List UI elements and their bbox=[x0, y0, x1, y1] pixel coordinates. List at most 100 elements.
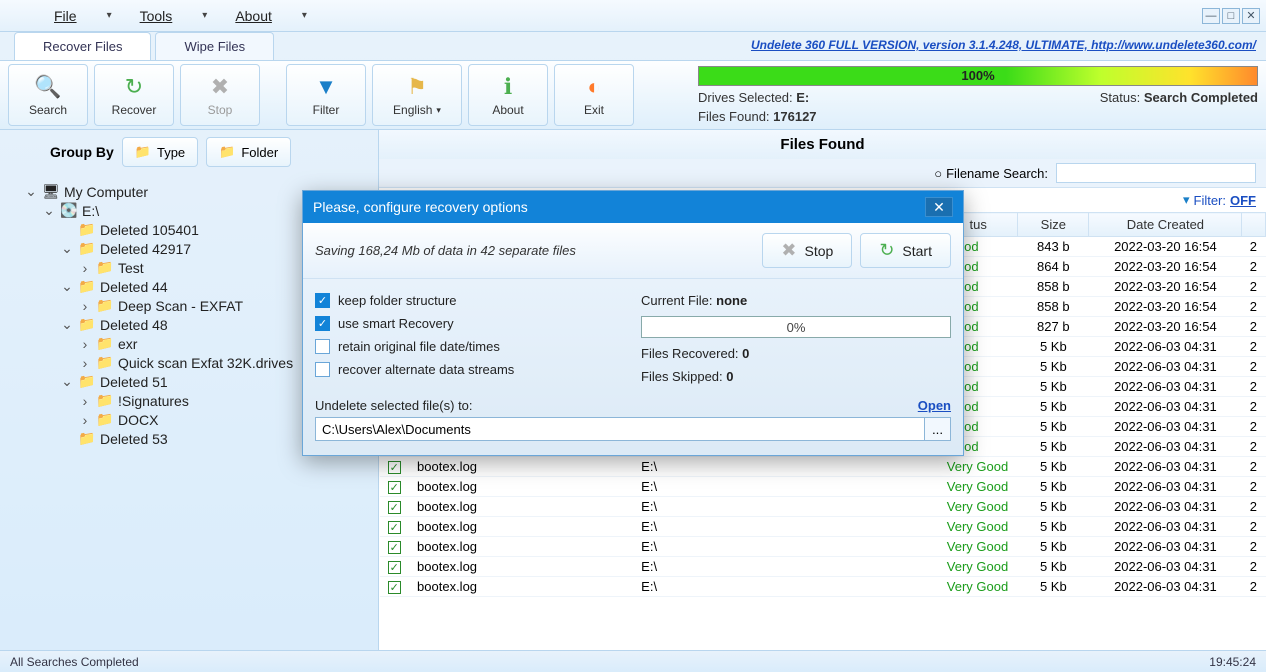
funnel-icon: ▼ bbox=[312, 73, 340, 101]
checkbox-icon bbox=[315, 362, 330, 377]
app-window: File▾ Tools▾ About▾ — □ ✕ Undelete 360 F… bbox=[0, 0, 1266, 672]
group-by-label: Group By bbox=[50, 144, 114, 160]
language-button[interactable]: ⚑ English ▾ bbox=[372, 64, 462, 126]
folder-icon: 📁 bbox=[96, 259, 114, 276]
opt-retain-dates[interactable]: retain original file date/times bbox=[315, 339, 625, 354]
flag-icon: ⚑ bbox=[403, 73, 431, 101]
menu-tools[interactable]: Tools▾ bbox=[126, 4, 222, 28]
about-button[interactable]: ℹ About bbox=[468, 64, 548, 126]
chevron-down-icon: ▾ bbox=[436, 105, 441, 116]
row-checkbox[interactable]: ✓ bbox=[388, 541, 401, 554]
row-checkbox[interactable]: ✓ bbox=[388, 581, 401, 594]
dialog-titlebar[interactable]: Please, configure recovery options ✕ bbox=[303, 191, 963, 223]
toolbar: 🔍 Search ↻ Recover ✖ Stop ▼ Filter ⚑ Eng… bbox=[0, 60, 1266, 130]
group-by-type-button[interactable]: 📁 Type bbox=[122, 137, 198, 167]
menu-bar: File▾ Tools▾ About▾ — □ ✕ bbox=[0, 0, 1266, 32]
minimize-button[interactable]: — bbox=[1202, 8, 1220, 24]
files-found-label: Files Found: bbox=[698, 109, 773, 124]
current-file-label: Current File: bbox=[641, 293, 716, 308]
table-row[interactable]: ✓ bootex.logE:\ Very Good5 Kb2022-06-03 … bbox=[380, 497, 1266, 517]
folder-icon: 📁 bbox=[78, 373, 96, 390]
stop-button[interactable]: ✖ Stop bbox=[180, 64, 260, 126]
tab-wipe-files[interactable]: Wipe Files bbox=[155, 32, 274, 60]
filename-search-row: ○ Filename Search: bbox=[379, 159, 1266, 188]
folder-icon: 📁 bbox=[96, 335, 114, 352]
scan-progress-percent: 100% bbox=[961, 68, 994, 83]
recovery-options-dialog: Please, configure recovery options ✕ Sav… bbox=[302, 190, 964, 456]
group-by-type-label: Type bbox=[157, 145, 185, 160]
info-icon: ℹ bbox=[494, 73, 522, 101]
search-icon: 🔍 bbox=[34, 73, 62, 101]
filter-toggle[interactable]: ▾ Filter: OFF bbox=[1183, 192, 1256, 208]
table-row[interactable]: ✓ bootex.logE:\ Very Good5 Kb2022-06-03 … bbox=[380, 477, 1266, 497]
drives-selected-label: Drives Selected: bbox=[698, 90, 796, 105]
folder-icon: 📁 bbox=[78, 430, 96, 447]
recover-icon: ↻ bbox=[120, 73, 148, 101]
files-recovered-value: 0 bbox=[742, 346, 749, 361]
group-by-folder-label: Folder bbox=[241, 145, 278, 160]
group-by-folder-button[interactable]: 📁 Folder bbox=[206, 137, 291, 167]
menu-about[interactable]: About▾ bbox=[221, 4, 321, 28]
filter-label: Filter bbox=[313, 103, 340, 117]
stop-icon: ✖ bbox=[781, 240, 796, 261]
row-checkbox[interactable]: ✓ bbox=[388, 521, 401, 534]
current-file-value: none bbox=[716, 293, 747, 308]
filter-button[interactable]: ▼ Filter bbox=[286, 64, 366, 126]
search-button[interactable]: 🔍 Search bbox=[8, 64, 88, 126]
folder-icon: 📁 bbox=[78, 316, 96, 333]
menu-file[interactable]: File▾ bbox=[40, 4, 126, 28]
opt-keep-folder-structure[interactable]: ✓keep folder structure bbox=[315, 293, 625, 308]
stop-icon: ✖ bbox=[206, 73, 234, 101]
exit-button[interactable]: ◐ Exit bbox=[554, 64, 634, 126]
radio-icon[interactable]: ○ bbox=[934, 166, 942, 181]
dialog-title: Please, configure recovery options bbox=[313, 199, 528, 215]
drive-icon: 💽 bbox=[60, 202, 78, 219]
open-destination-link[interactable]: Open bbox=[918, 398, 951, 413]
folder-icon: 📁 bbox=[219, 144, 235, 160]
recover-button[interactable]: ↻ Recover bbox=[94, 64, 174, 126]
row-checkbox[interactable]: ✓ bbox=[388, 501, 401, 514]
destination-path-input[interactable] bbox=[315, 417, 925, 441]
table-row[interactable]: ✓ bootex.logE:\ Very Good5 Kb2022-06-03 … bbox=[380, 517, 1266, 537]
row-checkbox[interactable]: ✓ bbox=[388, 481, 401, 494]
opt-smart-recovery[interactable]: ✓use smart Recovery bbox=[315, 316, 625, 331]
folder-icon: 📁 bbox=[96, 354, 114, 371]
table-row[interactable]: ✓ bootex.logE:\ Very Good5 Kb2022-06-03 … bbox=[380, 537, 1266, 557]
row-checkbox[interactable]: ✓ bbox=[388, 461, 401, 474]
scan-progress-bar: 100% bbox=[698, 66, 1258, 86]
opt-alternate-streams[interactable]: recover alternate data streams bbox=[315, 362, 625, 377]
saving-summary: Saving 168,24 Mb of data in 42 separate … bbox=[315, 243, 576, 258]
browse-button[interactable]: ... bbox=[925, 417, 951, 441]
folder-icon: 📁 bbox=[78, 278, 96, 295]
status-text: All Searches Completed bbox=[10, 655, 139, 669]
col-size[interactable]: Size bbox=[1018, 213, 1089, 237]
filename-search-label: Filename Search: bbox=[946, 166, 1048, 181]
dialog-start-button[interactable]: ↻Start bbox=[860, 233, 951, 268]
scan-status-value: Search Completed bbox=[1144, 90, 1258, 105]
tab-recover-files[interactable]: Recover Files bbox=[14, 32, 151, 60]
checkbox-icon bbox=[315, 339, 330, 354]
exit-icon: ◐ bbox=[580, 73, 608, 101]
dialog-stop-button[interactable]: ✖Stop bbox=[762, 233, 852, 268]
scan-status-panel: 100% Drives Selected: E: Status: Search … bbox=[698, 66, 1258, 124]
filename-search-input[interactable] bbox=[1056, 163, 1256, 183]
table-row[interactable]: ✓ bootex.logE:\ Very Good5 Kb2022-06-03 … bbox=[380, 577, 1266, 597]
table-row[interactable]: ✓ bootex.logE:\ Very Good5 Kb2022-06-03 … bbox=[380, 557, 1266, 577]
table-row[interactable]: ✓ bootex.logE:\ Very Good5 Kb2022-06-03 … bbox=[380, 457, 1266, 477]
language-label: English bbox=[393, 103, 432, 117]
col-date[interactable]: Date Created bbox=[1089, 213, 1242, 237]
files-found-value: 176127 bbox=[773, 109, 816, 124]
maximize-button[interactable]: □ bbox=[1222, 8, 1240, 24]
recover-label: Recover bbox=[112, 103, 157, 117]
folder-icon: 📁 bbox=[78, 240, 96, 257]
group-by-row: Group By 📁 Type 📁 Folder bbox=[0, 130, 378, 174]
scan-status-label: Status: bbox=[1100, 90, 1144, 105]
dialog-close-button[interactable]: ✕ bbox=[925, 197, 953, 217]
files-skipped-label: Files Skipped: bbox=[641, 369, 726, 384]
type-folder-icon: 📁 bbox=[135, 144, 151, 160]
recovery-progress-bar: 0% bbox=[641, 316, 951, 338]
status-clock: 19:45:24 bbox=[1209, 655, 1256, 669]
version-link[interactable]: Undelete 360 FULL VERSION, version 3.1.4… bbox=[751, 38, 1256, 52]
row-checkbox[interactable]: ✓ bbox=[388, 561, 401, 574]
close-button[interactable]: ✕ bbox=[1242, 8, 1260, 24]
